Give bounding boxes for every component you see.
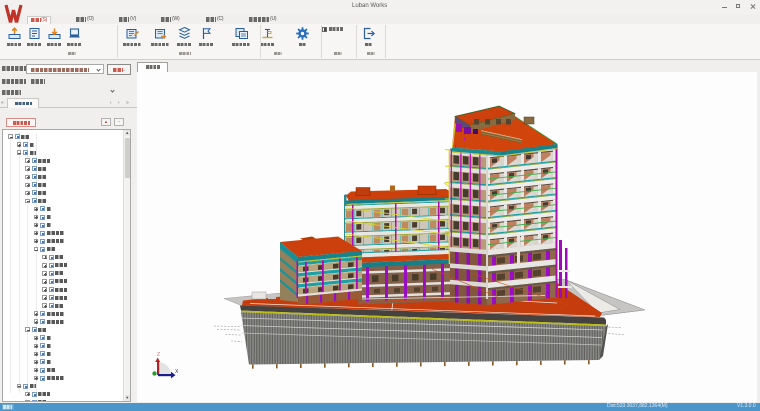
- svg-text:Z: Z: [157, 352, 160, 358]
